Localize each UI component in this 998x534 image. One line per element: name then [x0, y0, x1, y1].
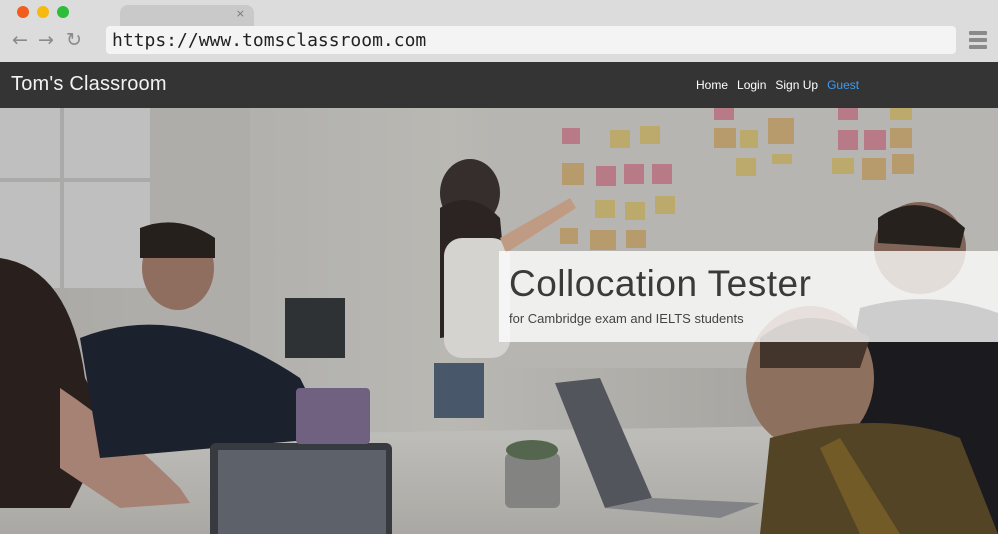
browser-chrome: × ← → ↻ https://www.tomsclassroom.com [0, 0, 998, 62]
minimize-window-button[interactable] [37, 6, 49, 18]
nav-signup-link[interactable]: Sign Up [775, 78, 818, 92]
nav-login-link[interactable]: Login [737, 78, 766, 92]
site-navbar: Tom's Classroom Home Login Sign Up Guest [0, 62, 998, 108]
browser-tab[interactable]: × [120, 5, 254, 27]
nav-home-link[interactable]: Home [696, 78, 728, 92]
address-bar[interactable]: https://www.tomsclassroom.com [106, 26, 956, 54]
nav-guest-link[interactable]: Guest [827, 78, 859, 92]
hero-section: Collocation Tester for Cambridge exam an… [0, 108, 998, 534]
hero-title: Collocation Tester [509, 263, 812, 304]
hamburger-menu-icon[interactable] [969, 31, 987, 49]
hero-subtitle: for Cambridge exam and IELTS students [509, 311, 744, 326]
site-brand[interactable]: Tom's Classroom [11, 73, 167, 96]
reload-button[interactable]: ↻ [66, 30, 82, 50]
close-window-button[interactable] [17, 6, 29, 18]
back-button[interactable]: ← [12, 30, 28, 50]
maximize-window-button[interactable] [57, 6, 69, 18]
nav-links: Home Login Sign Up Guest [696, 78, 859, 92]
forward-button[interactable]: → [38, 30, 54, 50]
tab-close-icon[interactable]: × [236, 7, 245, 21]
hero-card: Collocation Tester for Cambridge exam an… [499, 251, 998, 342]
